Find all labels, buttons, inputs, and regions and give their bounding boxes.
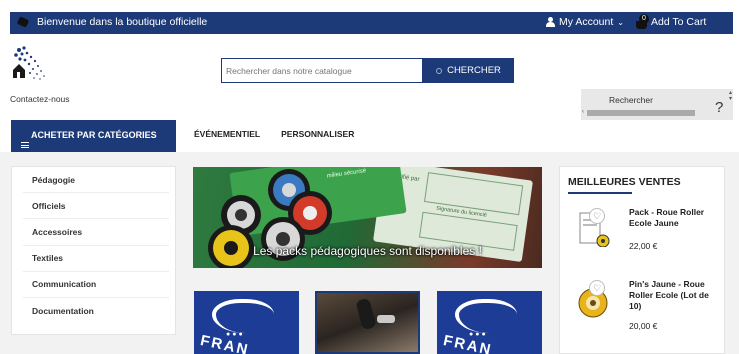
category-item-textiles[interactable]: Textiles bbox=[23, 246, 169, 272]
bestsellers-panel: MEILLEURES VENTES ♡ Pack - Roue Roller E… bbox=[559, 166, 725, 354]
scroll-left-icon[interactable]: ‹ bbox=[582, 109, 584, 115]
cart-label: Add To Cart bbox=[651, 16, 707, 28]
search-icon bbox=[436, 67, 443, 74]
contact-link[interactable]: Contactez-nous bbox=[10, 94, 70, 104]
search-button[interactable]: CHERCHER bbox=[423, 58, 514, 83]
side-search-label: Rechercher bbox=[609, 95, 653, 105]
main-nav: ÉVÉNEMENTIEL PERSONNALISER bbox=[194, 129, 354, 139]
search-bar: CHERCHER bbox=[221, 58, 514, 83]
wishlist-heart-icon[interactable]: ♡ bbox=[589, 208, 605, 224]
site-logo[interactable] bbox=[11, 44, 51, 82]
hamburger-icon bbox=[21, 142, 29, 148]
category-item-pedagogie[interactable]: Pédagogie bbox=[23, 167, 169, 194]
shop-by-category-label: ACHETER PAR CATÉGORIES bbox=[31, 130, 157, 140]
nav-item-evenementiel[interactable]: ÉVÉNEMENTIEL bbox=[194, 129, 260, 139]
my-account-button[interactable]: My Account ⌄ bbox=[546, 16, 624, 28]
top-bar: Bienvenue dans la boutique officielle My… bbox=[10, 12, 733, 34]
horizontal-scrollbar[interactable] bbox=[587, 110, 695, 116]
category-item-accessoires[interactable]: Accessoires bbox=[23, 219, 169, 246]
welcome-message: Bienvenue dans la boutique officielle bbox=[16, 16, 208, 28]
product-name[interactable]: Pack - Roue Roller Ecole Jaune bbox=[629, 207, 719, 229]
side-search-widget[interactable]: Rechercher ‹ ? ▴ ▾ bbox=[581, 89, 733, 120]
category-item-communication[interactable]: Communication bbox=[23, 272, 169, 298]
nav-item-personnaliser[interactable]: PERSONNALISER bbox=[281, 129, 354, 139]
welcome-text: Bienvenue dans la boutique officielle bbox=[37, 16, 208, 28]
search-input[interactable] bbox=[221, 58, 423, 83]
promo-tile[interactable]: ●●● FRAN bbox=[437, 291, 542, 354]
title-underline bbox=[568, 192, 632, 194]
product-price: 20,00 € bbox=[629, 321, 658, 331]
banner-caption: Les packs pédagogiques sont disponibles … bbox=[253, 244, 482, 258]
question-icon: ? bbox=[715, 99, 724, 116]
product-name[interactable]: Pin's Jaune - Roue Roller Ecole (Lot de … bbox=[629, 279, 719, 312]
promo-tile-photo[interactable] bbox=[315, 291, 420, 354]
product-card[interactable]: ♡ Pin's Jaune - Roue Roller Ecole (Lot d… bbox=[576, 279, 721, 339]
category-item-officiels[interactable]: Officiels bbox=[23, 193, 169, 220]
user-icon bbox=[546, 17, 555, 27]
skater-image bbox=[355, 297, 377, 331]
cart-icon: 0 bbox=[634, 14, 649, 29]
vertical-scrollbar[interactable]: ▴ ▾ bbox=[729, 90, 732, 102]
my-account-label: My Account bbox=[559, 16, 614, 28]
add-to-cart-button[interactable]: 0 Add To Cart bbox=[634, 14, 707, 29]
promo-banner[interactable]: Certifié par Signature du licencié milie… bbox=[193, 167, 542, 268]
promo-tile[interactable]: ●●● FRAN bbox=[194, 291, 299, 354]
rooster-logo-icon bbox=[212, 299, 274, 333]
tag-icon bbox=[16, 16, 30, 28]
wishlist-heart-icon[interactable]: ♡ bbox=[589, 280, 605, 296]
cart-count-badge: 0 bbox=[639, 14, 649, 24]
rooster-logo-icon bbox=[455, 299, 517, 333]
category-list: Pédagogie Officiels Accessoires Textiles… bbox=[11, 166, 176, 335]
bestsellers-title: MEILLEURES VENTES bbox=[568, 176, 681, 188]
search-button-label: CHERCHER bbox=[447, 65, 501, 76]
chevron-down-icon: ⌄ bbox=[617, 17, 624, 27]
product-price: 22,00 € bbox=[629, 241, 658, 251]
category-item-documentation[interactable]: Documentation bbox=[23, 298, 169, 324]
product-card[interactable]: ♡ Pack - Roue Roller Ecole Jaune 22,00 € bbox=[576, 207, 721, 257]
